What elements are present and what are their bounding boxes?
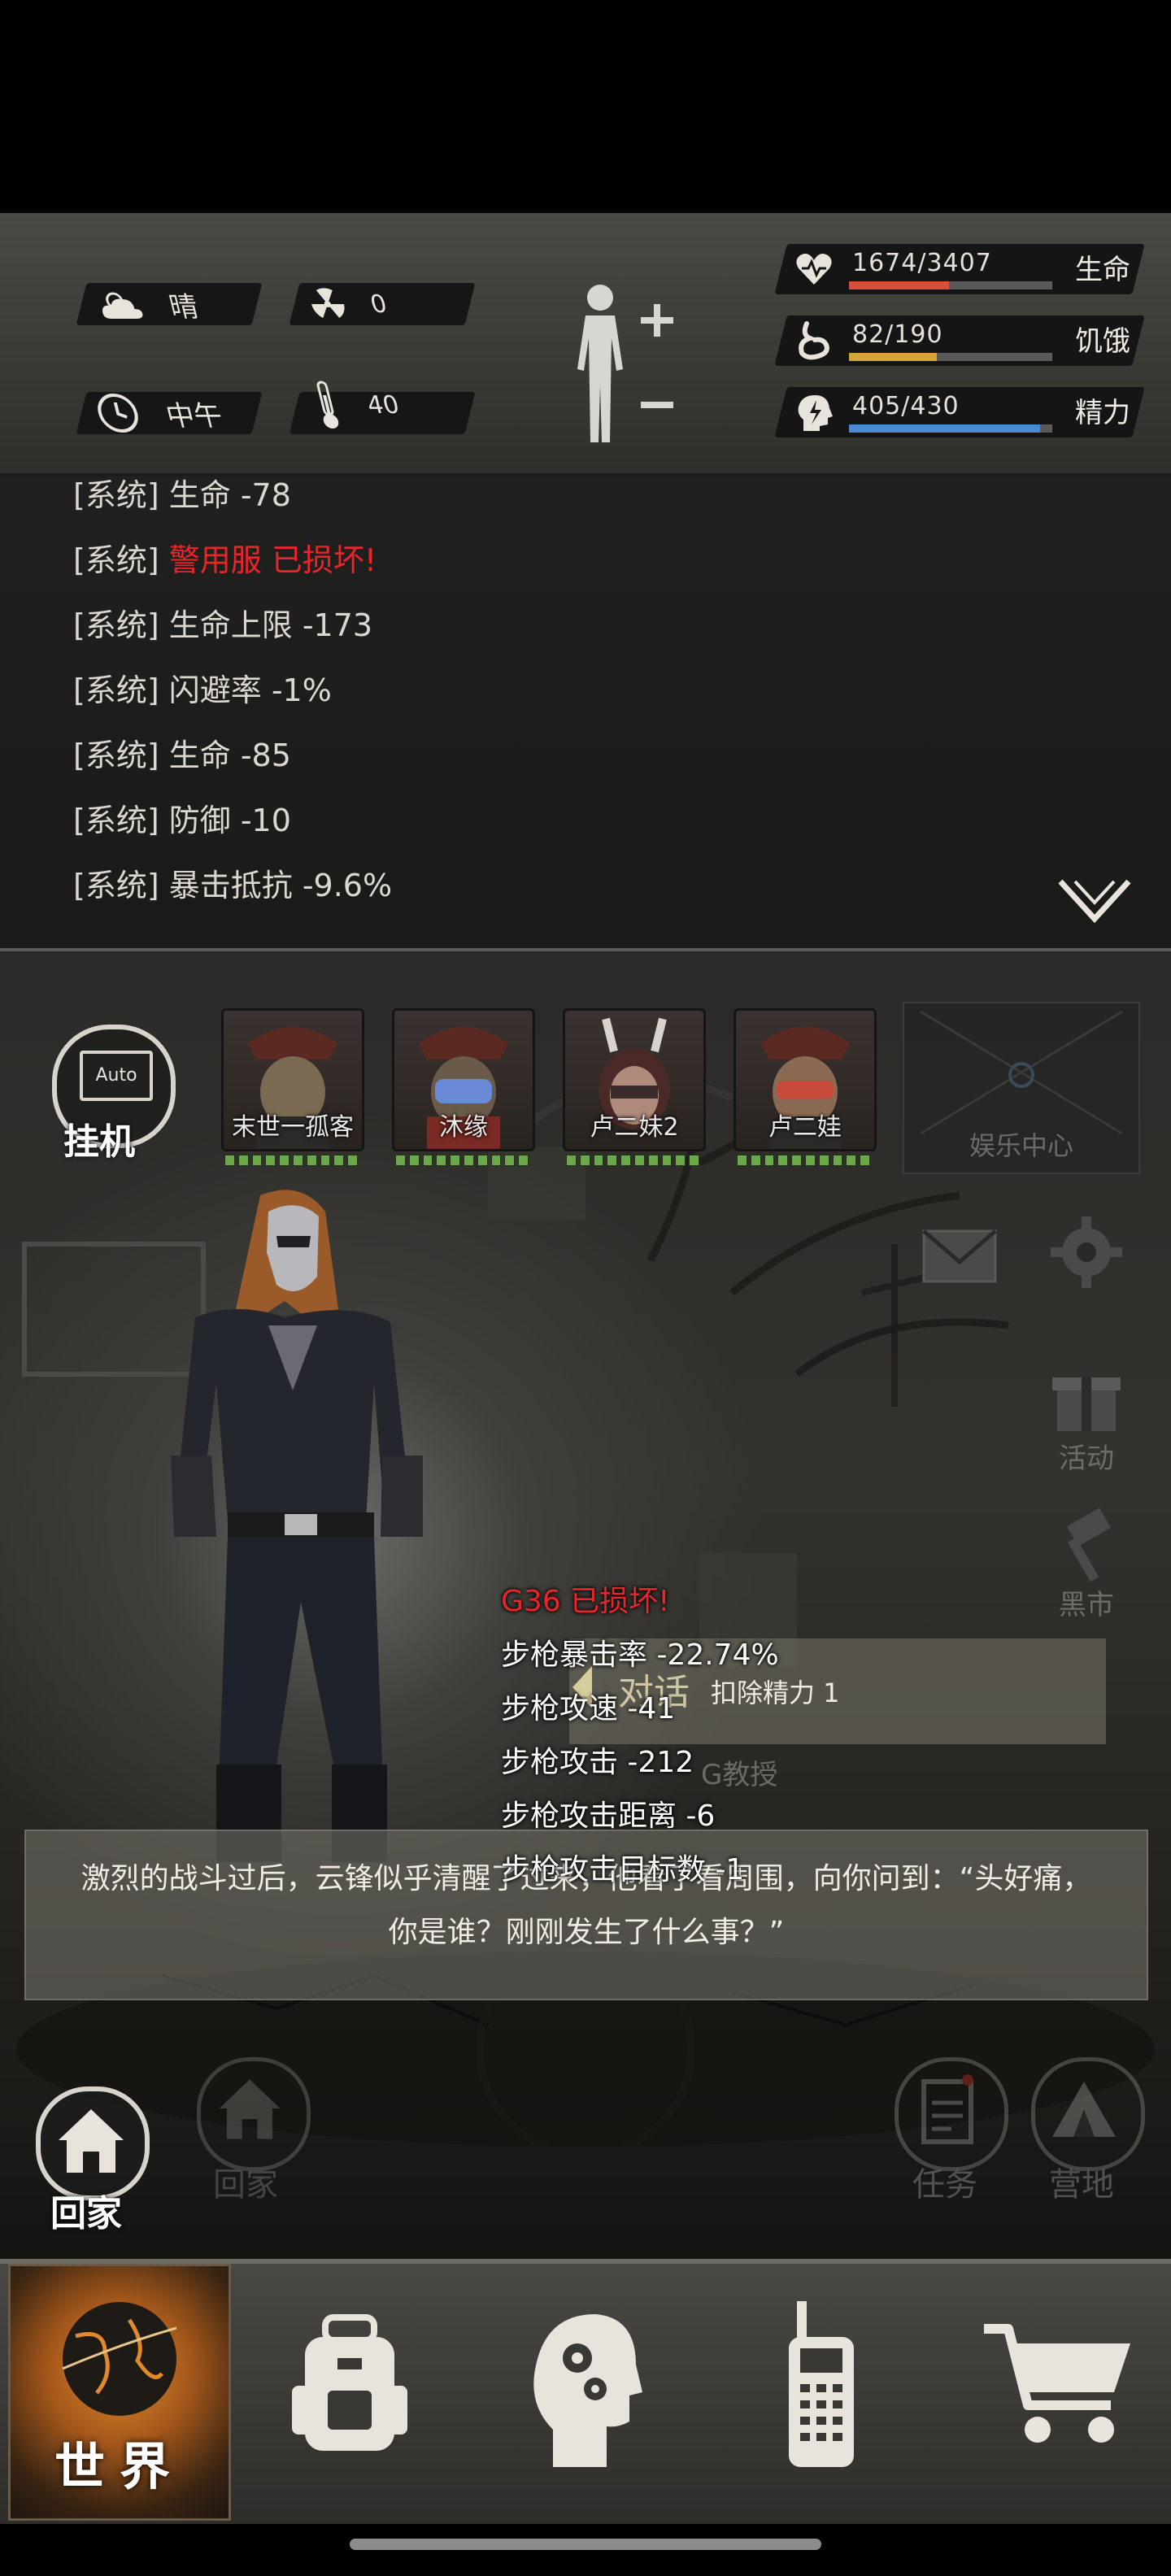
log-text: 生命 -78 <box>168 477 291 513</box>
log-line: [系统] 生命 -85 <box>73 738 291 773</box>
message-log[interactable]: [系统] 生命 -78 [系统] 警用服 已损坏! [系统] 生命上限 -173… <box>0 476 1171 951</box>
health-stat: 1674/3407 生命 <box>774 244 1145 294</box>
log-line: [系统] 生命 -78 <box>73 477 291 513</box>
activity-button[interactable]: 活动 <box>1046 1358 1127 1480</box>
walkie-talkie-icon <box>789 2301 854 2467</box>
log-line: [系统] 闪避率 -1% <box>73 672 332 708</box>
hunger-label: 饥饿 <box>1075 325 1130 358</box>
health-bar <box>849 281 949 289</box>
shopping-cart-icon <box>984 2324 1130 2443</box>
health-value: 1674/3407 <box>852 249 992 277</box>
head-gears-icon <box>533 2314 642 2467</box>
home-button[interactable]: 回家 <box>33 2086 153 2241</box>
team-member-name: 末世一孤客 <box>232 1113 354 1142</box>
log-text: 暴击抵抗 -9.6% <box>168 868 393 903</box>
log-text: 闪避率 -1% <box>168 672 332 708</box>
task-clipboard-icon <box>921 2074 973 2144</box>
team-member-hp <box>395 1155 529 1166</box>
hunger-value: 82/190 <box>852 320 943 349</box>
tab-shop[interactable] <box>951 2264 1163 2516</box>
log-line: [系统] 警用服 已损坏! <box>73 542 377 578</box>
activity-label: 活动 <box>1059 1442 1114 1475</box>
log-text: 警用服 已损坏! <box>168 542 377 578</box>
black-market-label: 黑市 <box>1059 1589 1114 1621</box>
damage-line: 步枪攻击目标数 -1 <box>501 1853 745 1886</box>
tab-world-label: 世界 <box>54 2437 185 2496</box>
damage-line: 步枪攻速 -41 <box>501 1692 676 1725</box>
camp-button[interactable]: 营地 <box>1031 2057 1145 2204</box>
task-label: 任务 <box>912 2166 977 2204</box>
body-status-icon[interactable] <box>561 280 675 447</box>
mail-icon[interactable] <box>919 1220 1000 1293</box>
team-member-hp <box>224 1155 358 1166</box>
team-member-card[interactable]: 末世一孤客 <box>221 1008 364 1151</box>
auto-badge: Auto <box>80 1051 153 1101</box>
tab-world[interactable]: 世界 <box>8 2264 231 2521</box>
entertainment-label: 娱乐中心 <box>969 1130 1073 1161</box>
home-ghost-button: 回家 <box>197 2057 311 2204</box>
team-member-card[interactable]: 卢二娃 <box>734 1008 877 1151</box>
npc-tag: G教授 <box>701 1759 778 1791</box>
log-text: 生命 -85 <box>168 738 291 773</box>
energy-label: 精力 <box>1075 397 1130 429</box>
damage-line: 步枪暴击率 -22.74% <box>501 1638 779 1672</box>
backpack-icon <box>292 2314 407 2451</box>
gear-icon[interactable] <box>1046 1212 1127 1293</box>
tab-skills[interactable] <box>480 2264 691 2516</box>
player-character[interactable] <box>138 1179 455 1895</box>
house-icon <box>219 2079 281 2139</box>
team-member-card[interactable]: 卢二妹2 <box>563 1008 706 1151</box>
hunger-stat: 82/190 饥饿 <box>774 315 1145 366</box>
time-label: 中午 <box>162 399 226 433</box>
home-ghost-label: 回家 <box>213 2166 278 2204</box>
damage-line: 步枪攻击距离 -6 <box>501 1799 716 1833</box>
bottom-nav: 世界 <box>0 2259 1171 2524</box>
energy-value: 405/430 <box>852 392 960 420</box>
cloud-sun-icon <box>102 292 143 319</box>
team-member-name: 沐缘 <box>439 1113 488 1142</box>
health-label: 生命 <box>1075 254 1130 286</box>
energy-head-icon <box>798 395 833 431</box>
gift-icon <box>1052 1377 1121 1431</box>
energy-stat: 405/430 精力 <box>774 387 1145 437</box>
heart-icon <box>796 254 832 285</box>
team-member-name: 卢二妹2 <box>590 1113 679 1142</box>
damage-title: G36 已损坏! <box>501 1585 670 1618</box>
status-panel: 晴 0 中午 40 1674/3407 生命 82/190 饥饿 405/430… <box>0 213 1171 476</box>
home-label: 回家 <box>50 2193 122 2234</box>
hammer-icon <box>1067 1508 1111 1582</box>
log-line: [系统] 防御 -10 <box>73 803 291 838</box>
log-line: [系统] 生命上限 -173 <box>73 607 373 643</box>
tent-icon <box>1052 2082 1116 2137</box>
task-button[interactable]: 任务 <box>895 2057 1008 2204</box>
team-member-card[interactable]: 沐缘 <box>392 1008 535 1151</box>
log-line: [系统] 暴击抵抗 -9.6% <box>73 868 393 903</box>
world-scene: Auto 挂机 末世一孤客 沐缘 卢二妹2 卢二娃 娱乐中心 活动 黑市 对话 … <box>0 951 1171 2259</box>
auto-label: 挂机 <box>63 1121 135 1163</box>
house-icon <box>59 2109 124 2173</box>
entertainment-center-button[interactable]: 娱乐中心 <box>903 1002 1140 1174</box>
home-indicator[interactable] <box>350 2539 821 2550</box>
talk-cost: 扣除精力 1 <box>711 1677 840 1708</box>
entertainment-icon <box>920 1010 1123 1135</box>
damage-line: 步枪攻击 -212 <box>501 1746 694 1779</box>
log-text: 防御 -10 <box>168 803 291 838</box>
black-market-button[interactable]: 黑市 <box>1046 1504 1127 1626</box>
globe-icon <box>62 2302 177 2416</box>
stomach-icon <box>799 321 829 360</box>
chevron-down-icon[interactable] <box>1057 877 1132 925</box>
log-text: 生命上限 -173 <box>168 607 373 643</box>
team-member-name: 卢二娃 <box>768 1113 842 1142</box>
energy-bar <box>849 424 1040 433</box>
team-member-hp <box>566 1155 699 1166</box>
team-member-hp <box>737 1155 870 1166</box>
tab-backpack[interactable] <box>244 2264 455 2516</box>
tab-radio[interactable] <box>716 2264 927 2516</box>
camp-label: 营地 <box>1049 2166 1114 2204</box>
hunger-bar <box>849 353 937 361</box>
